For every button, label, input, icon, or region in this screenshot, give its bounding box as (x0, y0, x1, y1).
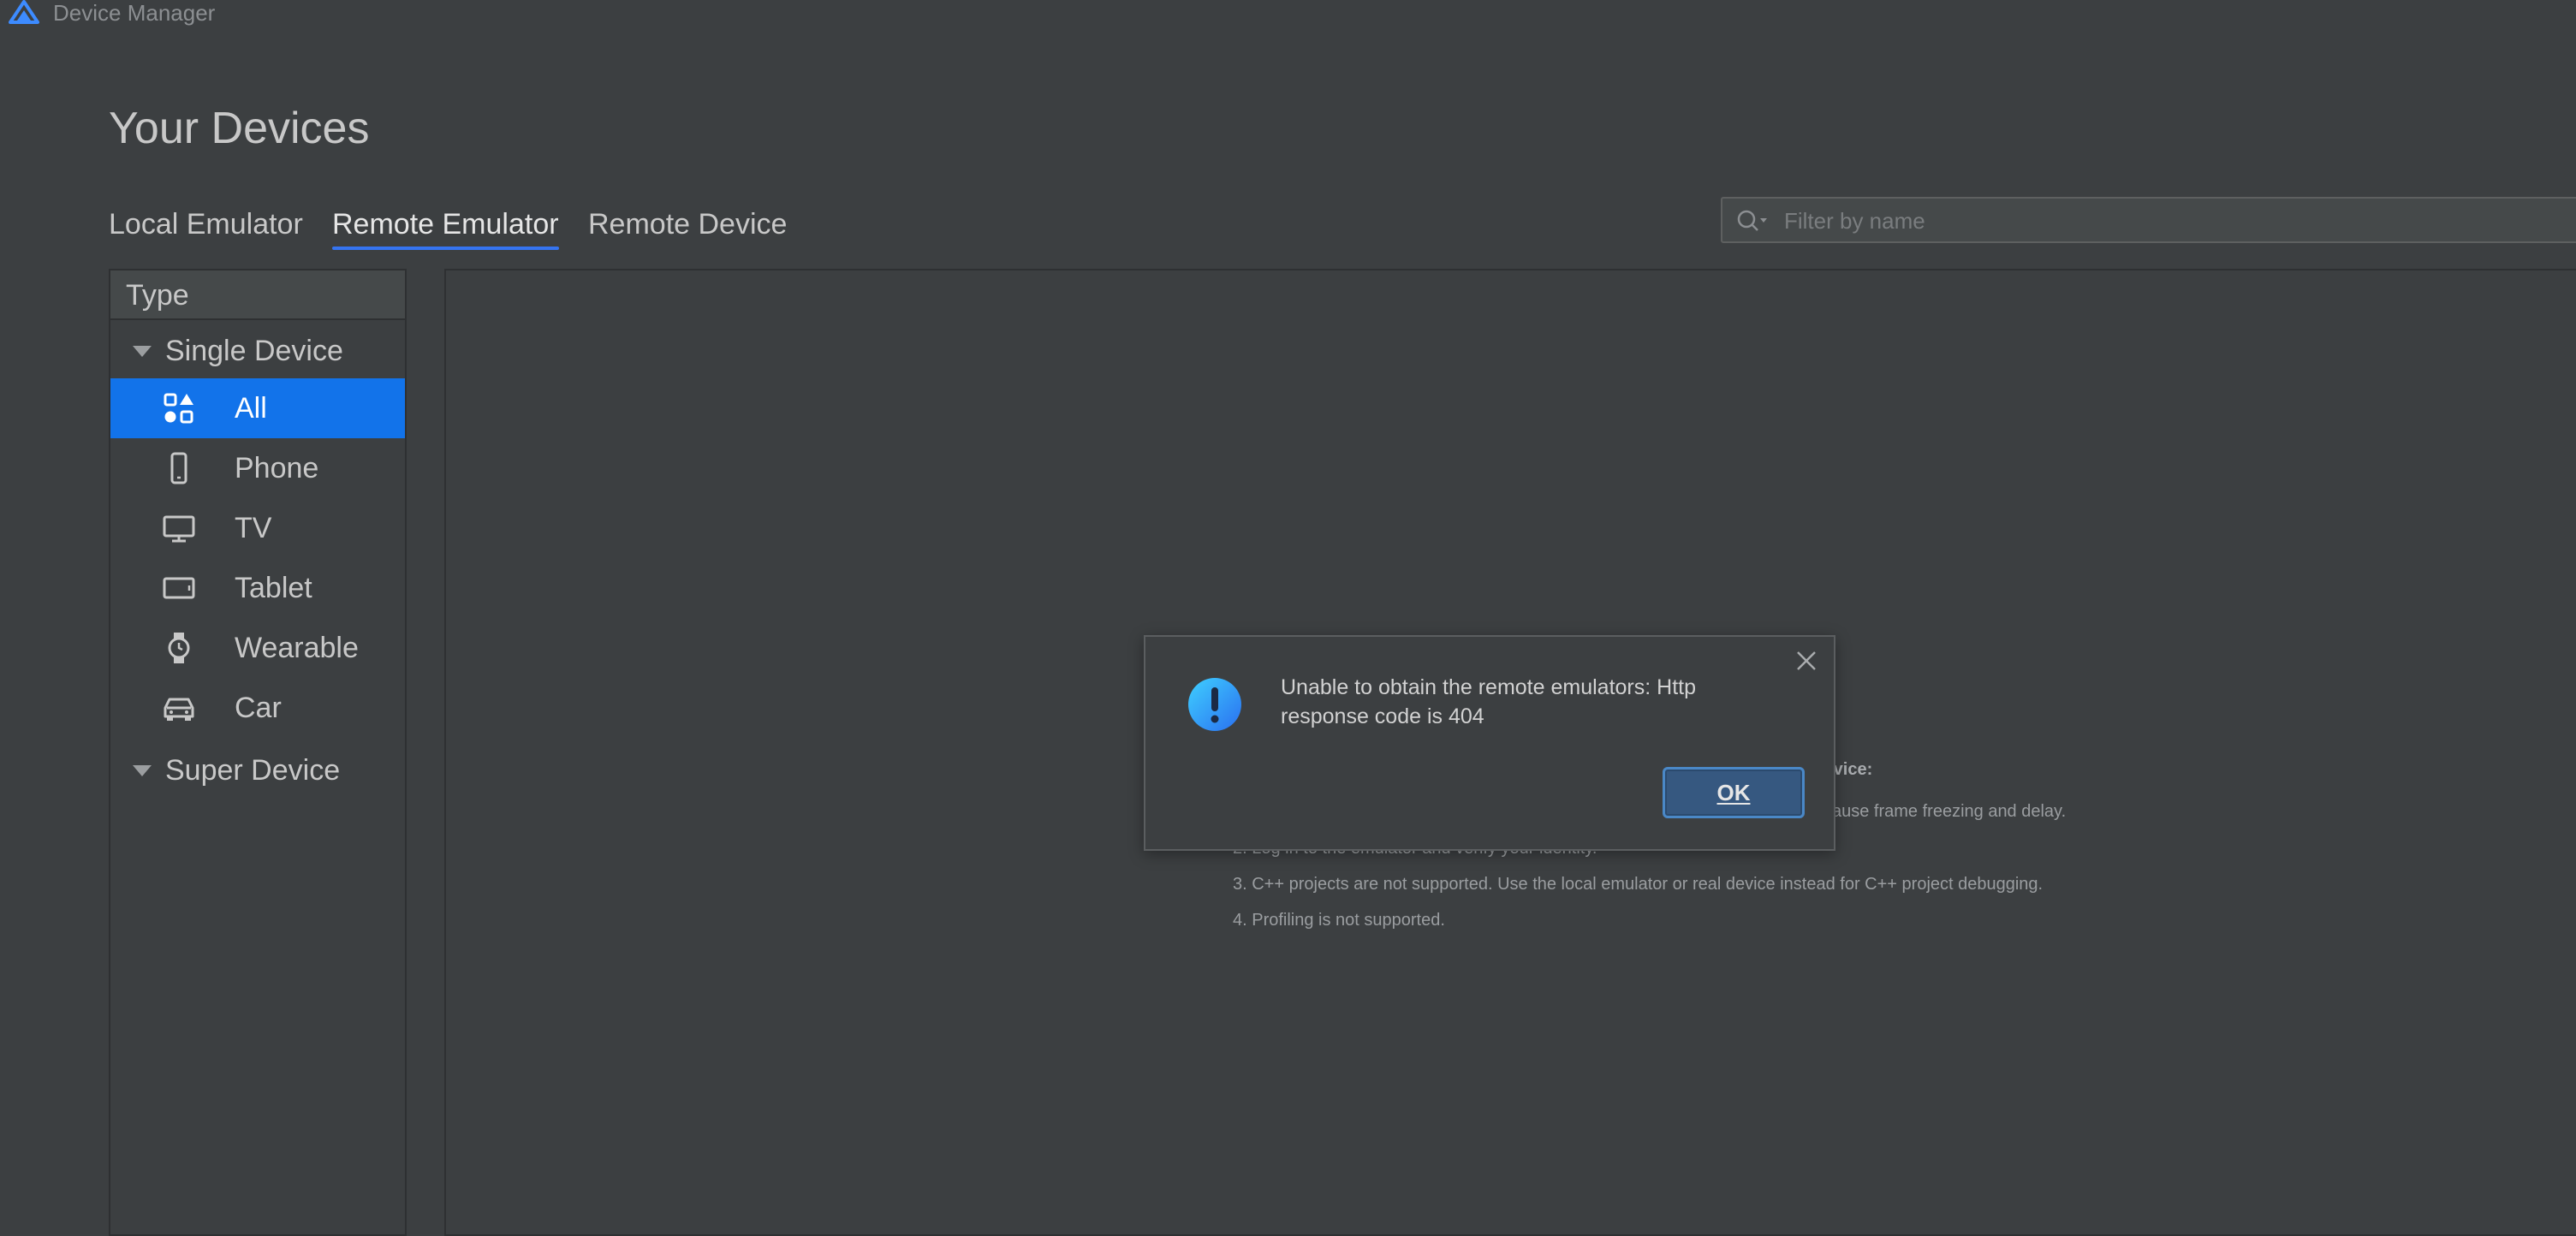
ok-button[interactable]: OK (1663, 767, 1805, 818)
search-input[interactable] (1782, 204, 2556, 238)
sidebar-item-label: Phone (235, 452, 319, 484)
group-label: Super Device (165, 753, 341, 787)
sidebar-item-label: TV (235, 512, 272, 544)
sidebar-item-label: Car (235, 692, 282, 724)
device-type-sidebar: Type Single Device All Phone TV Tablet W… (109, 269, 407, 1236)
window-title: Device Manager (53, 0, 216, 26)
car-icon (164, 698, 194, 721)
sidebar-item-label: Tablet (235, 572, 312, 604)
filter-box (1721, 197, 2576, 243)
sidebar-header: Type (110, 270, 405, 320)
expand-triangle-icon[interactable] (133, 345, 152, 357)
tab-label: Local Emulator (109, 208, 303, 241)
page-title: Your Devices (109, 104, 370, 153)
error-message: Unable to obtain the remote emulators: H… (1281, 675, 1696, 728)
expand-triangle-icon[interactable] (133, 764, 152, 776)
watch-icon (168, 633, 190, 663)
active-tab-indicator (332, 247, 559, 250)
close-icon[interactable] (1793, 647, 1820, 674)
sidebar-item-label: All (235, 392, 267, 425)
notes-line-4: 4. Profiling is not supported. (1233, 911, 1445, 930)
tab-local-emulator[interactable]: Local Emulator (109, 205, 303, 243)
sidebar-item-tv[interactable]: TV (110, 498, 405, 558)
phone-icon (170, 452, 187, 484)
all-categories-icon (164, 393, 193, 424)
tablet-icon (163, 577, 195, 599)
group-label: Single Device (165, 334, 343, 367)
error-dialog: Unable to obtain the remote emulators: H… (1144, 635, 1835, 851)
sidebar-item-tablet[interactable]: Tablet (110, 558, 405, 618)
notes-line-1: ause frame freezing and delay. (1832, 802, 2067, 821)
sidebar-item-all[interactable]: All (110, 378, 405, 438)
sidebar-item-car[interactable]: Car (110, 678, 405, 738)
tab-label: Remote Device (588, 208, 788, 241)
sidebar-item-phone[interactable]: Phone (110, 438, 405, 498)
search-icon[interactable] (1734, 207, 1769, 235)
sidebar-item-label: Wearable (235, 632, 359, 664)
sidebar-item-wearable[interactable]: Wearable (110, 618, 405, 678)
notes-line-3: 3. C++ projects are not supported. Use t… (1233, 875, 2044, 894)
group-super-device[interactable]: Super Device (110, 745, 405, 796)
tv-icon (163, 515, 195, 543)
tab-remote-emulator[interactable]: Remote Emulator (332, 205, 559, 250)
warning-icon (1188, 678, 1241, 731)
group-single-device[interactable]: Single Device (110, 325, 405, 377)
tab-label: Remote Emulator (332, 208, 559, 241)
tab-remote-device[interactable]: Remote Device (588, 205, 787, 243)
app-logo-icon (9, 0, 39, 24)
